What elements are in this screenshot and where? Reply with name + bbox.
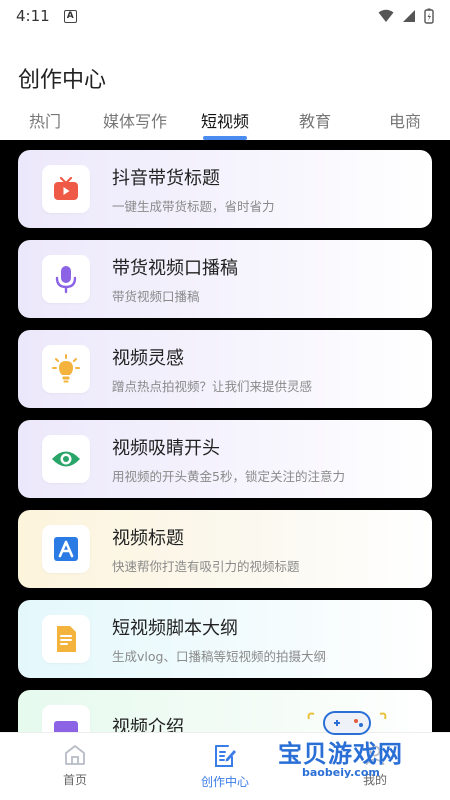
eye-icon (52, 451, 80, 467)
tool-card-video-title[interactable]: 视频标题 快速帮你打造有吸引力的视频标题 (18, 510, 432, 588)
tool-card-video-inspiration[interactable]: 视频灵感 蹭点热点拍视频？让我们来提供灵感 (18, 330, 432, 408)
card-icon-box (42, 705, 90, 732)
wifi-icon (378, 9, 394, 22)
card-icon-box (42, 165, 90, 213)
tool-card-douyin-title[interactable]: 抖音带货标题 一键生成带货标题，省时省力 (18, 150, 432, 228)
video-icon (54, 721, 78, 732)
nav-label: 首页 (62, 773, 87, 787)
card-title: 视频介绍 (112, 717, 184, 732)
card-icon-box (42, 345, 90, 393)
tool-card-eye-catching-opening[interactable]: 视频吸睛开头 用视频的开头黄金5秒，锁定关注的注意力 (18, 420, 432, 498)
card-title: 视频标题 (112, 527, 184, 549)
card-title: 视频灵感 (112, 347, 184, 369)
card-description: 蹭点热点拍视频？让我们来提供灵感 (112, 378, 313, 394)
battery-icon (424, 8, 434, 24)
card-icon-box (42, 255, 90, 303)
card-icon-box (42, 525, 90, 573)
edit-icon (215, 745, 236, 767)
card-description: 快速帮你打造有吸引力的视频标题 (112, 558, 300, 574)
status-icons (378, 8, 434, 24)
nav-home[interactable]: 首页 (0, 733, 150, 800)
tab-education[interactable]: 教育 (270, 108, 360, 142)
tab-media-writing[interactable]: 媒体写作 (90, 108, 180, 142)
tab-ecommerce[interactable]: 电商 (360, 108, 450, 142)
status-bar: 4:11 A (0, 0, 450, 32)
nav-label: 创作中心 (200, 775, 249, 789)
document-icon (57, 626, 76, 652)
card-title: 短视频脚本大纲 (112, 617, 238, 639)
card-title: 抖音带货标题 (112, 167, 220, 189)
tool-card-script-outline[interactable]: 短视频脚本大纲 生成vlog、口播稿等短视频的拍摄大纲 (18, 600, 432, 678)
tool-list[interactable]: 抖音带货标题 一键生成带货标题，省时省力 带货视频口播稿 带货视频口播稿 视频灵… (0, 140, 450, 732)
card-description: 一键生成带货标题，省时省力 (112, 198, 275, 214)
card-title: 带货视频口播稿 (112, 257, 238, 279)
tool-card-livestream-script[interactable]: 带货视频口播稿 带货视频口播稿 (18, 240, 432, 318)
tab-short-video[interactable]: 短视频 (180, 108, 270, 142)
site-watermark: 宝贝游戏网 baobeiy.com (272, 706, 422, 779)
card-icon-box (42, 615, 90, 663)
a-letter-icon (54, 537, 78, 561)
card-description: 生成vlog、口播稿等短视频的拍摄大纲 (112, 648, 326, 664)
app-notification-icon: A (63, 9, 77, 23)
tab-hot[interactable]: 热门 (0, 108, 90, 142)
microphone-icon (55, 266, 77, 294)
card-title: 视频吸睛开头 (112, 437, 220, 459)
signal-icon (403, 10, 415, 22)
watermark-url: baobeiy.com (302, 766, 380, 779)
home-icon (65, 745, 85, 765)
lightbulb-icon (52, 354, 80, 383)
category-tabs: 热门 媒体写作 短视频 教育 电商 (0, 108, 450, 142)
status-time: 4:11 (16, 7, 50, 25)
watermark-text: 宝贝游戏网 (278, 740, 403, 768)
card-description: 用视频的开头黄金5秒，锁定关注的注意力 (112, 468, 345, 484)
card-description: 带货视频口播稿 (112, 288, 200, 304)
card-icon-box (42, 435, 90, 483)
tv-icon (54, 176, 78, 200)
page-title: 创作中心 (18, 68, 107, 93)
